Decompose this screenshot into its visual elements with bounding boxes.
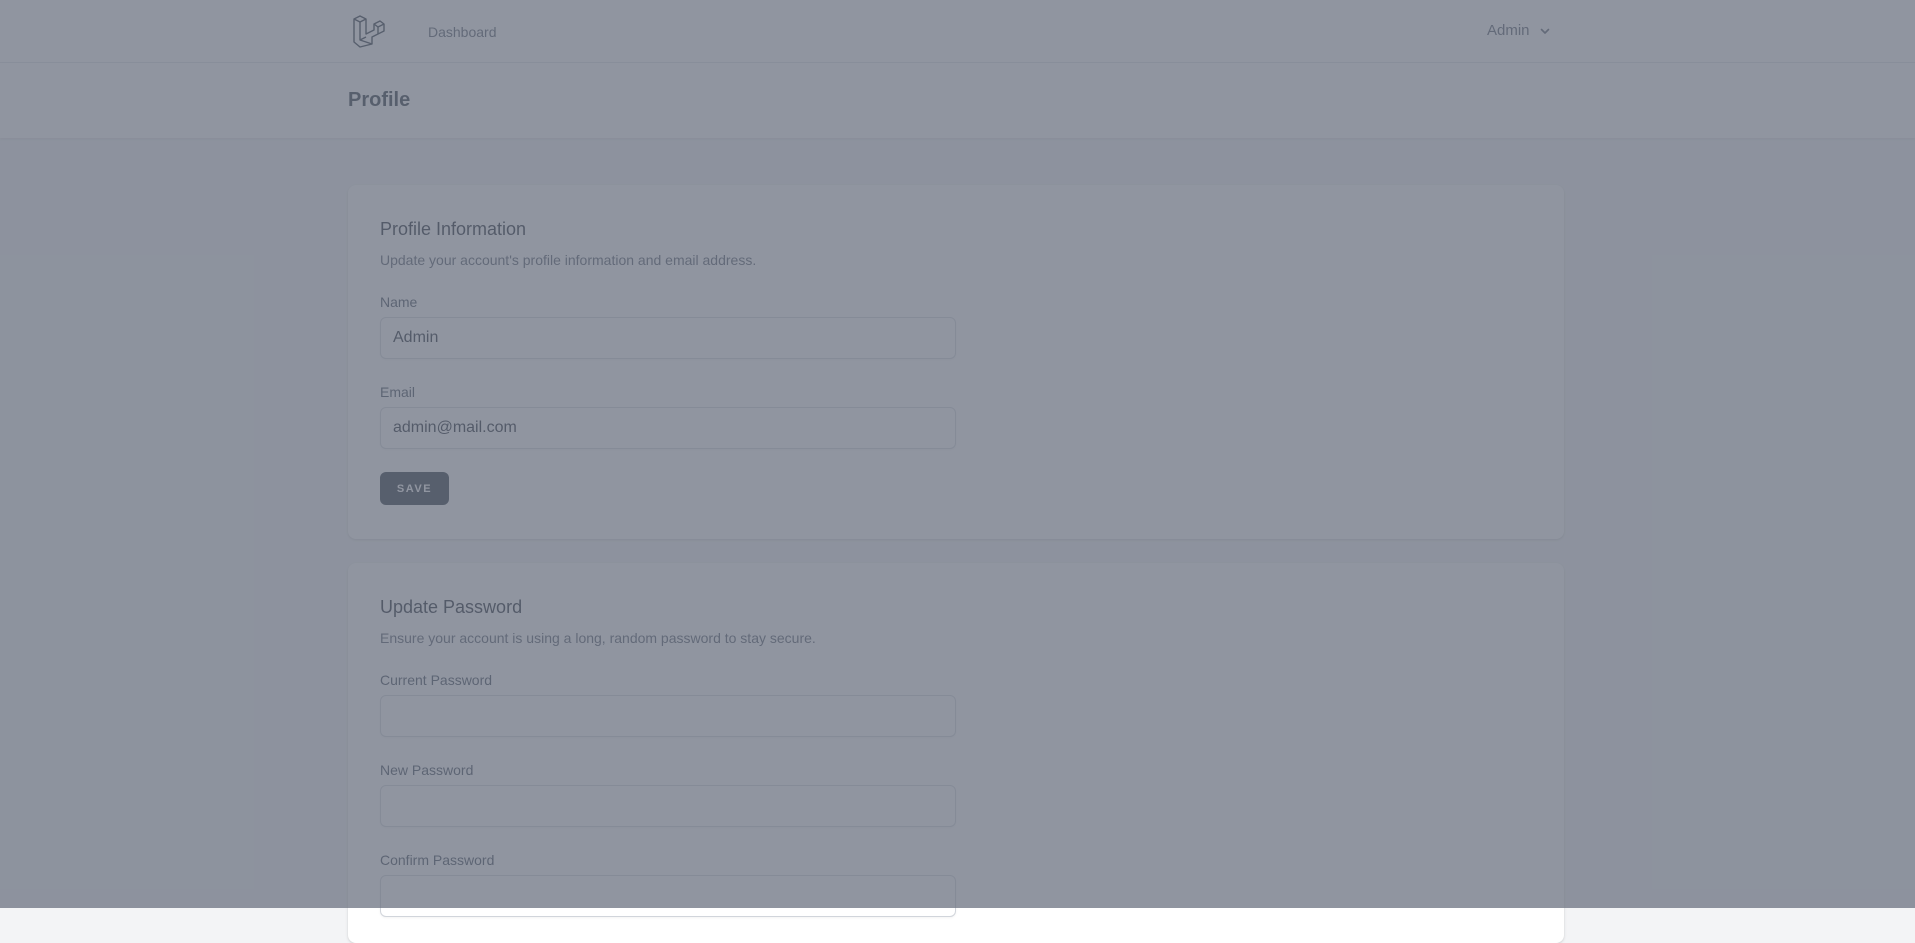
page-title: Profile	[348, 89, 411, 111]
email-label: Email	[380, 384, 416, 400]
laravel-logo-icon[interactable]	[351, 14, 385, 48]
save-button[interactable]: Save	[380, 472, 449, 505]
update-password-description: Ensure your account is using a long, ran…	[380, 630, 816, 646]
name-input[interactable]	[380, 317, 956, 359]
current-password-label: Current Password	[380, 672, 493, 688]
user-name: Admin	[1487, 22, 1530, 39]
new-password-input[interactable]	[380, 785, 956, 827]
nav-link-dashboard[interactable]: Dashboard	[428, 24, 497, 40]
chevron-down-icon	[1540, 28, 1549, 34]
confirm-password-input[interactable]	[380, 875, 956, 917]
profile-information-card: Profile Information Update your account'…	[348, 185, 1564, 539]
name-label: Name	[380, 294, 418, 310]
current-password-input[interactable]	[380, 695, 956, 737]
page-header: Profile	[0, 63, 1915, 138]
update-password-title: Update Password	[380, 597, 523, 617]
new-password-label: New Password	[380, 762, 474, 778]
confirm-password-label: Confirm Password	[380, 852, 495, 868]
email-input[interactable]	[380, 407, 956, 449]
profile-information-title: Profile Information	[380, 219, 527, 239]
update-password-card: Update Password Ensure your account is u…	[348, 563, 1564, 943]
profile-information-description: Update your account's profile informatio…	[380, 252, 757, 268]
top-navigation: Dashboard Admin	[0, 0, 1915, 63]
user-menu-dropdown[interactable]: Admin	[1487, 22, 1552, 39]
